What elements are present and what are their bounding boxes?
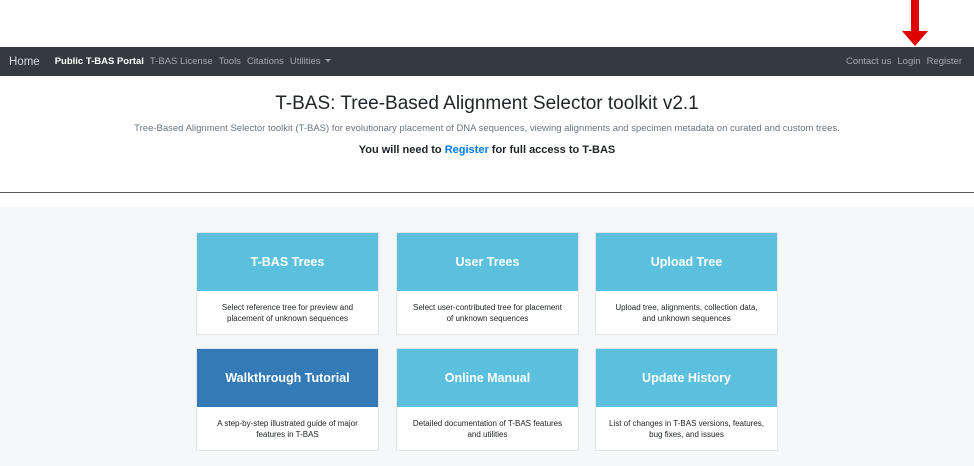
card-title: Walkthrough Tutorial xyxy=(197,349,378,407)
header-divider xyxy=(0,192,974,193)
card-grid-area: T-BAS Trees Select reference tree for pr… xyxy=(0,207,974,466)
card-title: Online Manual xyxy=(397,349,578,407)
top-navbar: Home Public T-BAS Portal T-BAS License T… xyxy=(0,47,974,76)
nav-public-portal-link[interactable]: Public T-BAS Portal xyxy=(52,56,147,67)
card-online-manual[interactable]: Online Manual Detailed documentation of … xyxy=(396,348,579,451)
card-title: Upload Tree xyxy=(596,233,777,291)
page-subtitle: Tree-Based Alignment Selector toolkit (T… xyxy=(134,123,840,134)
card-update-history[interactable]: Update History List of changes in T-BAS … xyxy=(595,348,778,451)
nav-right-group: Contact us Login Register xyxy=(843,56,965,67)
card-description: Select reference tree for preview and pl… xyxy=(221,303,354,323)
card-upload-tree[interactable]: Upload Tree Upload tree, alignments, col… xyxy=(595,232,778,335)
register-link[interactable]: Register xyxy=(445,144,489,156)
register-prefix: You will need to xyxy=(358,144,442,156)
register-notice: You will need to Register for full acces… xyxy=(0,144,974,156)
nav-home-link[interactable]: Home xyxy=(9,56,40,68)
nav-license-link[interactable]: T-BAS License xyxy=(147,56,216,67)
nav-left-group: Public T-BAS Portal T-BAS License Tools … xyxy=(52,56,334,67)
card-title: T-BAS Trees xyxy=(197,233,378,291)
caret-down-icon xyxy=(324,59,331,62)
page-title: T-BAS: Tree-Based Alignment Selector too… xyxy=(275,93,699,114)
nav-contact-link[interactable]: Contact us xyxy=(843,56,894,67)
card-description: Detailed documentation of T-BAS features… xyxy=(412,419,563,439)
nav-register-link[interactable]: Register xyxy=(924,56,965,67)
card-title: User Trees xyxy=(397,233,578,291)
annotation-arrow-icon xyxy=(902,0,928,46)
page-header: T-BAS: Tree-Based Alignment Selector too… xyxy=(0,76,974,192)
card-description: Upload tree, alignments, collection data… xyxy=(615,303,758,323)
nav-utilities-label: Utilities xyxy=(289,56,321,67)
nav-utilities-dropdown[interactable]: Utilities xyxy=(287,56,334,67)
card-description: A step-by-step illustrated guide of majo… xyxy=(217,419,358,439)
nav-login-link[interactable]: Login xyxy=(894,56,923,67)
card-user-trees[interactable]: User Trees Select user-contributed tree … xyxy=(396,232,579,335)
card-description: List of changes in T-BAS versions, featu… xyxy=(608,419,765,439)
card-walkthrough-tutorial[interactable]: Walkthrough Tutorial A step-by-step illu… xyxy=(196,348,379,451)
nav-citations-link[interactable]: Citations xyxy=(244,56,287,67)
card-description: Select user-contributed tree for placeme… xyxy=(413,303,562,323)
register-suffix: for full access to T-BAS xyxy=(491,144,616,156)
card-title: Update History xyxy=(596,349,777,407)
card-tbas-trees[interactable]: T-BAS Trees Select reference tree for pr… xyxy=(196,232,379,335)
nav-tools-link[interactable]: Tools xyxy=(216,56,244,67)
